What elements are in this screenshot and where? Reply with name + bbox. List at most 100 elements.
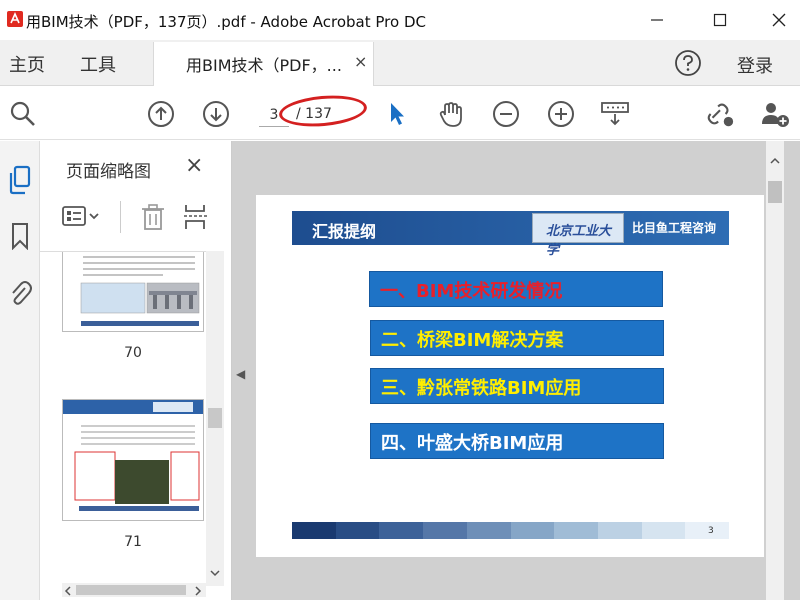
help-icon — [675, 50, 701, 76]
hand-tool-icon — [439, 102, 462, 127]
thumbnail-70-preview-image — [63, 252, 203, 331]
thumbnail-horizontal-scrollbar[interactable] — [62, 583, 206, 597]
page-up-icon — [148, 101, 174, 127]
zoom-out-button[interactable] — [491, 99, 521, 129]
viewer-vertical-scrollbar[interactable] — [766, 141, 784, 600]
trash-icon — [142, 204, 164, 230]
hand-tool-button[interactable] — [436, 99, 466, 129]
maximize-icon — [713, 13, 727, 27]
page-total: / 137 — [296, 106, 332, 122]
outline-item-1-text: 一、BIM技术研发情况 — [380, 281, 563, 302]
university-logo-text: 北京工业大学 — [546, 224, 612, 258]
thumbnail-71-preview-image — [63, 400, 203, 520]
delete-page-button[interactable] — [140, 203, 166, 235]
thumbnail-list: 70 71 — [40, 251, 210, 581]
footer-segment — [379, 522, 424, 539]
panel-close-button[interactable]: × — [185, 153, 203, 178]
add-user-icon — [762, 103, 789, 127]
thumbnail-vertical-scrollbar[interactable] — [206, 251, 224, 586]
share-link-button[interactable] — [705, 99, 735, 129]
outline-item-2-text: 二、桥梁BIM解决方案 — [381, 330, 564, 351]
panel-toolbar — [62, 201, 222, 235]
outline-item-1: 一、BIM技术研发情况 — [369, 271, 663, 307]
scroll-down-icon[interactable] — [210, 569, 220, 577]
search-zoom-icon — [10, 101, 35, 126]
outline-item-3-text: 三、黔张常铁路BIM应用 — [381, 378, 582, 399]
page-number-input[interactable] — [259, 103, 289, 127]
brand-name: 比目鱼工程咨询 — [632, 221, 717, 235]
page-thumbnails-button[interactable] — [5, 165, 35, 195]
zoom-in-icon — [548, 101, 574, 127]
panel-title: 页面缩略图 — [66, 162, 151, 182]
thumbnail-panel: 页面缩略图 × 70 71 — [40, 141, 232, 600]
select-tool-button[interactable] — [382, 99, 412, 129]
toolbar-divider — [120, 201, 121, 233]
footer-segment — [510, 522, 555, 539]
tools-menu[interactable]: 工具 — [80, 51, 116, 77]
outline-item-2: 二、桥梁BIM解决方案 — [370, 320, 664, 356]
bookmarks-button[interactable] — [5, 221, 35, 251]
title-bar: 用BIM技术（PDF，137页）.pdf - Adobe Acrobat Pro… — [0, 0, 800, 40]
footer-segment — [423, 522, 467, 539]
minimize-icon — [651, 19, 663, 21]
horizontal-scrollbar-thumb[interactable] — [76, 585, 186, 595]
attachments-button[interactable] — [5, 277, 35, 307]
share-link-icon — [707, 103, 734, 127]
acrobat-app-icon — [7, 11, 23, 27]
outline-item-4-text: 四、叶盛大桥BIM应用 — [381, 433, 564, 454]
outline-item-4: 四、叶盛大桥BIM应用 — [370, 423, 664, 459]
viewer-scroll-up-icon[interactable] — [770, 157, 780, 165]
scrollbar-thumb[interactable] — [208, 408, 222, 428]
close-icon — [772, 13, 786, 27]
select-cursor-icon — [391, 103, 404, 125]
help-button[interactable] — [674, 49, 702, 81]
thumbnail-page-70[interactable] — [62, 252, 204, 332]
scroll-left-icon[interactable] — [64, 586, 72, 596]
navigation-rail — [0, 141, 40, 600]
zoom-in-button[interactable] — [546, 99, 576, 129]
footer-segment — [597, 522, 642, 539]
thumbnail-70-page-number: 70 — [124, 345, 142, 361]
slide-footer-bar — [292, 522, 730, 539]
pdf-page: 汇报提纲 北京工业大学 比目鱼工程咨询 一、BIM技术研发情况 二、桥梁BIM解… — [256, 195, 764, 557]
footer-segment — [292, 522, 336, 539]
slide-page-number: 3 — [708, 526, 714, 536]
page-down-icon — [203, 101, 229, 127]
document-tab-close-button[interactable]: × — [354, 52, 367, 71]
next-page-button[interactable] — [201, 99, 231, 129]
list-options-icon — [62, 206, 99, 226]
maximize-button[interactable] — [705, 7, 735, 33]
footer-segment — [554, 522, 598, 539]
attachment-icon — [12, 281, 32, 305]
toolbar: / 137 — [0, 87, 800, 140]
bookmark-icon — [12, 223, 28, 250]
close-window-button[interactable] — [764, 7, 794, 33]
previous-page-button[interactable] — [146, 99, 176, 129]
page-extract-icon — [184, 205, 208, 229]
outline-item-3: 三、黔张常铁路BIM应用 — [370, 368, 664, 404]
zoom-out-icon — [493, 101, 519, 127]
home-menu[interactable]: 主页 — [9, 51, 45, 77]
window-title: 用BIM技术（PDF，137页）.pdf - Adobe Acrobat Pro… — [26, 13, 426, 31]
search-zoom-button[interactable] — [8, 99, 38, 129]
slide-header: 汇报提纲 北京工业大学 比目鱼工程咨询 — [292, 211, 729, 258]
collapse-panel-icon[interactable]: ◀ — [236, 367, 245, 381]
thumbnail-71-page-number: 71 — [124, 534, 142, 550]
login-button[interactable]: 登录 — [737, 52, 773, 78]
viewer-scrollbar-thumb[interactable] — [768, 181, 782, 203]
add-user-button[interactable] — [760, 99, 790, 129]
university-logo: 北京工业大学 — [532, 213, 624, 258]
scroll-mode-button[interactable] — [600, 99, 630, 129]
extract-page-button[interactable] — [182, 203, 210, 235]
document-tab[interactable]: 用BIM技术（PDF，... × — [153, 42, 374, 86]
thumbnail-page-71[interactable] — [62, 399, 204, 521]
keyboard-scroll-icon — [601, 102, 629, 126]
scroll-right-icon[interactable] — [194, 586, 202, 596]
minimize-button[interactable] — [642, 7, 672, 33]
footer-segment — [641, 522, 686, 539]
thumbnail-options-button[interactable] — [62, 205, 102, 233]
document-tab-label: 用BIM技术（PDF，... — [186, 56, 342, 75]
page-thumbnails-icon — [9, 165, 31, 195]
menu-tab-bar: 主页 工具 用BIM技术（PDF，... × 登录 — [0, 40, 800, 86]
footer-segment — [335, 522, 380, 539]
